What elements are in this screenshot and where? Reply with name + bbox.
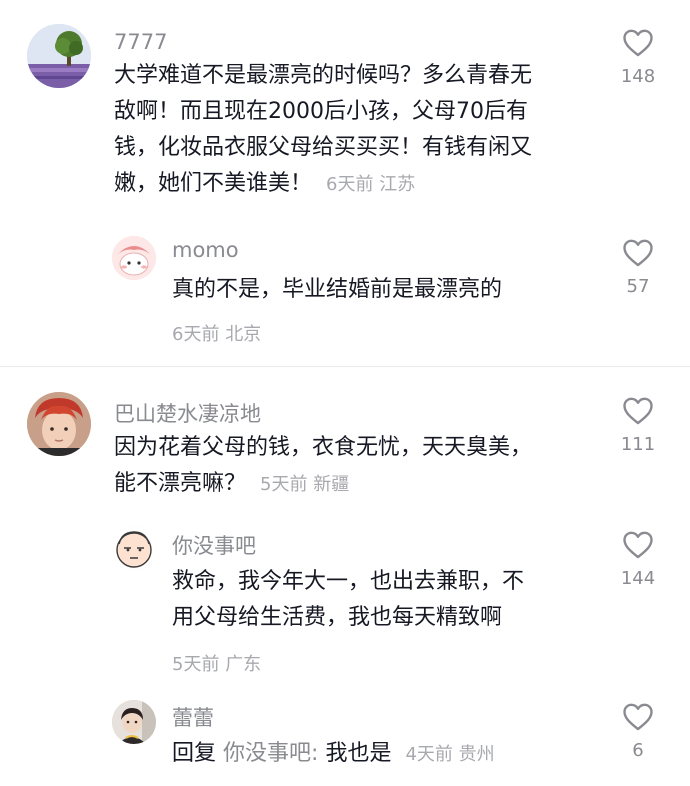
- reply-target-username[interactable]: 你没事吧:: [223, 741, 318, 766]
- like-button[interactable]: 6: [612, 702, 664, 761]
- reply-text: 真的不是，毕业结婚前是最漂亮的: [172, 277, 503, 302]
- like-button[interactable]: 111: [612, 396, 664, 455]
- like-count: 148: [620, 66, 656, 87]
- heart-outline-icon: [623, 703, 653, 731]
- comment-username[interactable]: 巴山楚水凄凉地: [114, 398, 261, 428]
- heart-outline-icon: [623, 29, 653, 57]
- reply-text: 救命，我今年大一，也出去兼职，不 用父母给生活费，我也每天精致啊: [172, 569, 525, 630]
- avatar[interactable]: [112, 700, 156, 744]
- reply-meta: 6天前 北京: [172, 324, 262, 345]
- reply-prefix: 回复: [172, 741, 217, 766]
- heart-outline-icon: [623, 239, 653, 267]
- like-count: 6: [632, 740, 644, 761]
- comment-text: 大学难道不是最漂亮的时候吗？多么青春无 敌啊！而且现在2000后小孩，父母70后…: [114, 63, 533, 196]
- reply-username[interactable]: momo: [172, 238, 239, 262]
- like-count: 144: [620, 568, 656, 589]
- like-count: 57: [626, 276, 650, 297]
- reply-meta: 5天前 广东: [172, 654, 262, 675]
- comment-username[interactable]: 7777: [114, 30, 167, 54]
- comment-meta: 5天前 新疆: [260, 474, 350, 495]
- reply-meta: 4天前 贵州: [405, 744, 495, 765]
- comment-text: 因为花着父母的钱，衣食无忧，天天臭美， 能不漂亮嘛？ 5天前 新疆: [114, 435, 533, 496]
- divider: [0, 366, 690, 367]
- like-button[interactable]: 148: [612, 28, 664, 87]
- heart-outline-icon: [623, 397, 653, 425]
- avatar[interactable]: [27, 24, 91, 88]
- like-button[interactable]: 144: [612, 530, 664, 589]
- avatar[interactable]: [27, 392, 91, 456]
- avatar[interactable]: [112, 526, 156, 570]
- reply-username[interactable]: 你没事吧: [172, 530, 256, 560]
- heart-outline-icon: [623, 531, 653, 559]
- reply-username[interactable]: 蕾蕾: [172, 702, 214, 732]
- reply-text: 回复 你没事吧: 我也是 4天前 贵州: [172, 741, 495, 766]
- like-button[interactable]: 57: [612, 238, 664, 297]
- comment-meta: 6天前 江苏: [326, 174, 416, 195]
- like-count: 111: [620, 434, 656, 455]
- avatar[interactable]: [112, 236, 156, 280]
